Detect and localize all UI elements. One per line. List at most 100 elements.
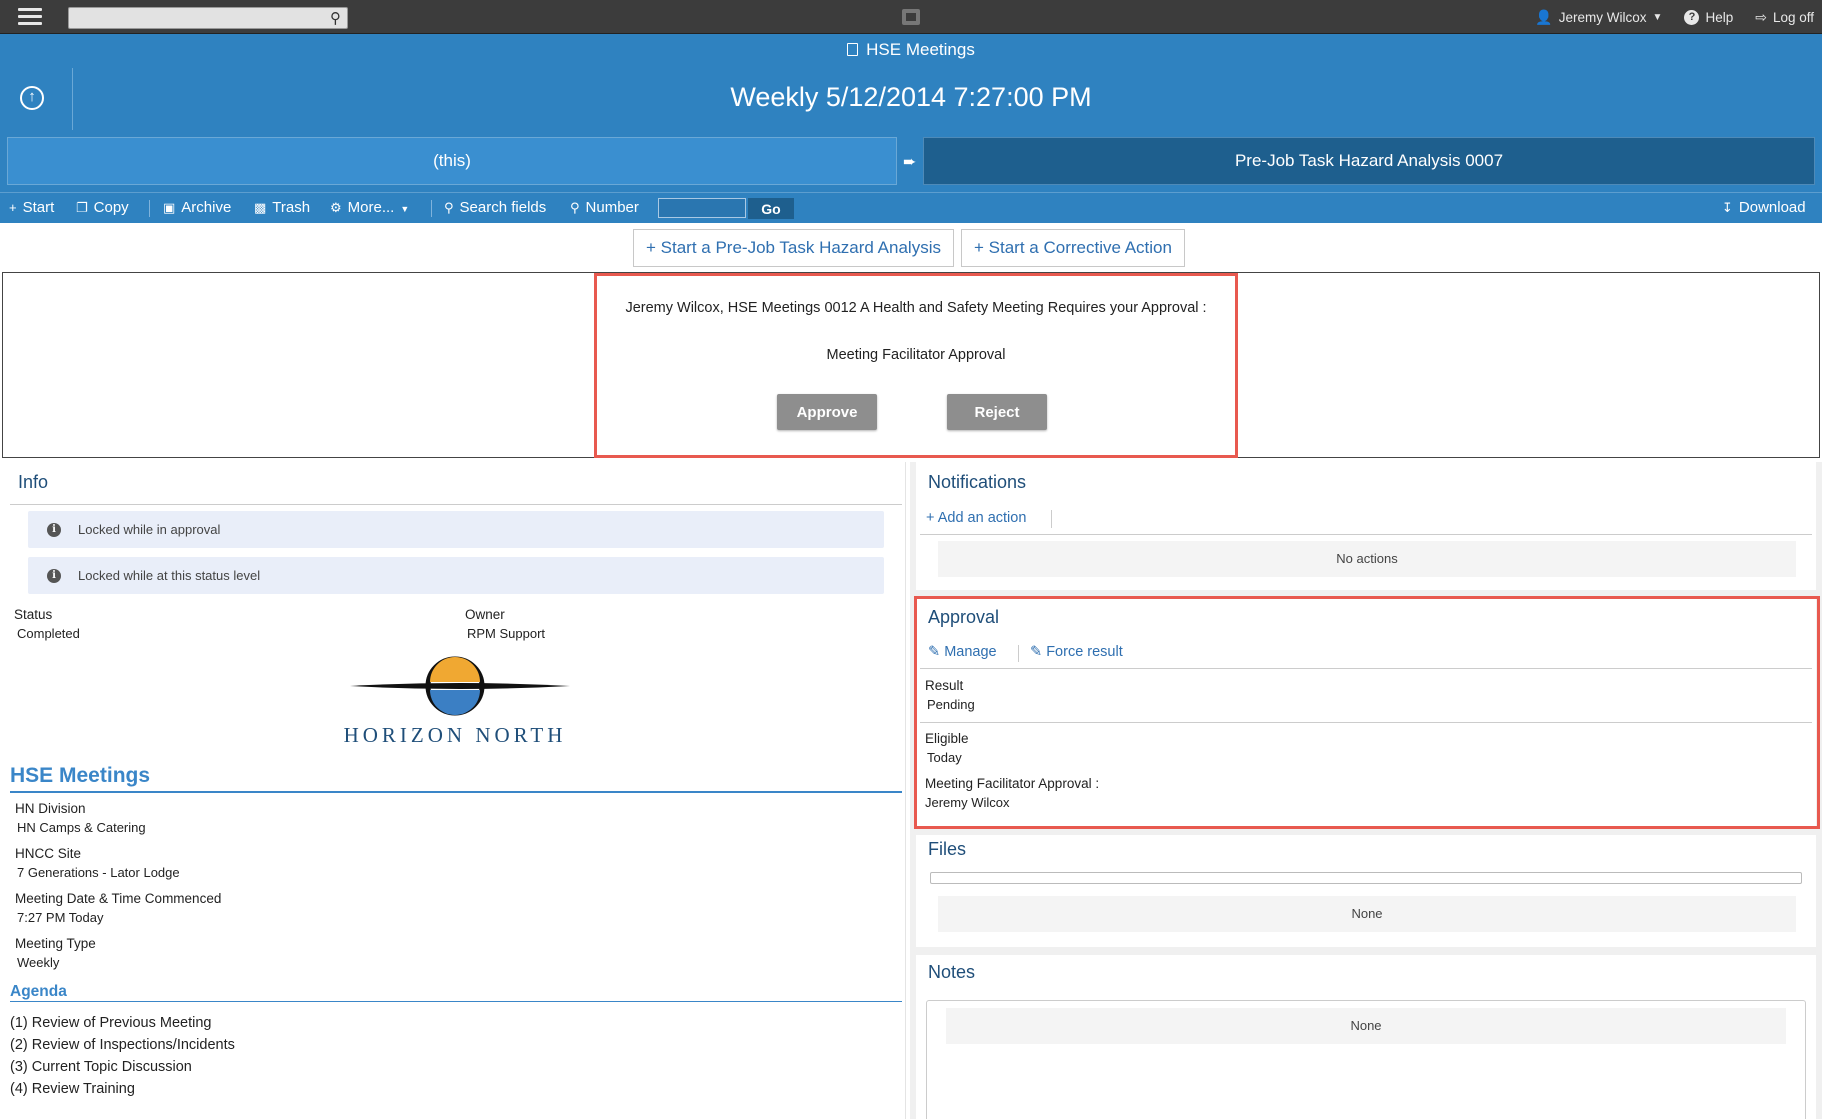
force-result-link[interactable]: ✎ Force result (1030, 644, 1123, 660)
notes-title: Notes (928, 962, 976, 982)
logo-text: HORIZON NORTH (344, 723, 567, 747)
reject-button[interactable]: Reject (947, 394, 1047, 430)
hn-division-value: HN Camps & Catering (17, 820, 146, 835)
number-label: Number (585, 199, 639, 216)
hncc-site-value: 7 Generations - Lator Lodge (17, 865, 180, 880)
trash-label: Trash (272, 199, 311, 216)
agenda-item: (4) Review Training (10, 1081, 135, 1097)
files-title: Files (928, 839, 967, 859)
start-corrective-action-button[interactable]: + Start a Corrective Action (961, 229, 1185, 267)
more-button[interactable]: ⚙ More... ▼ (330, 199, 409, 216)
plus-icon: + (974, 238, 989, 257)
agenda-item: (1) Review of Previous Meeting (10, 1015, 212, 1031)
add-action-link[interactable]: + Add an action (926, 510, 1026, 526)
plus-icon: + (9, 200, 17, 215)
download-icon: ↧ (1722, 200, 1733, 215)
user-dropdown[interactable]: 👤 Jeremy Wilcox ▼ (1535, 9, 1662, 26)
files-empty-box: None (938, 896, 1796, 932)
help-label: Help (1705, 9, 1734, 25)
flow-next-tab[interactable]: Pre-Job Task Hazard Analysis 0007 (923, 137, 1815, 185)
meeting-date-value: 7:27 PM Today (17, 910, 104, 925)
top-bar: ⚲ 👤 Jeremy Wilcox ▼ ? Help ⇨ Log off (0, 0, 1822, 34)
manage-label: Manage (944, 644, 997, 660)
user-menu: 👤 Jeremy Wilcox ▼ ? Help ⇨ Log off (1513, 0, 1814, 34)
chevron-down-icon: ▼ (1652, 11, 1663, 23)
arrow-right-icon: ➨ (903, 154, 917, 171)
window-icon[interactable] (902, 9, 920, 25)
eligible-label: Eligible (925, 731, 969, 746)
search-icon: ⚲ (444, 200, 454, 215)
pencil-icon: ✎ (1030, 644, 1047, 660)
force-result-label: Force result (1046, 644, 1123, 660)
file-upload-bar[interactable] (930, 872, 1802, 884)
breadcrumb-label: HSE Meetings (866, 40, 975, 59)
meeting-type-label: Meeting Type (15, 936, 96, 951)
agenda-divider (10, 1001, 902, 1002)
breadcrumb[interactable]: HSE Meetings (0, 40, 1822, 60)
result-value: Pending (927, 697, 975, 712)
start-label: Start (22, 199, 55, 216)
agenda-title: Agenda (10, 983, 67, 1000)
go-button[interactable]: Go (748, 198, 794, 219)
document-icon (847, 43, 859, 56)
result-label: Result (925, 678, 964, 693)
search-icon[interactable]: ⚲ (330, 9, 341, 27)
plus-icon: + (926, 510, 938, 526)
horizon-north-logo: HORIZON NORTH (344, 656, 570, 747)
search-fields-label: Search fields (459, 199, 547, 216)
approval-message: Jeremy Wilcox, HSE Meetings 0012 A Healt… (625, 300, 1207, 316)
start-hazard-analysis-label: Start a Pre-Job Task Hazard Analysis (660, 238, 941, 257)
link-divider (1051, 510, 1052, 528)
pencil-icon: ✎ (928, 644, 945, 660)
manage-link[interactable]: ✎ Manage (928, 644, 997, 660)
toolbar: + Start ❐ Copy ▣ Archive ▩ Trash ⚙ More... ▼ ⚲… (0, 192, 1822, 223)
approval-divider (920, 722, 1812, 723)
copy-label: Copy (93, 199, 129, 216)
global-search: ⚲ (68, 7, 348, 29)
info-title: Info (18, 472, 49, 492)
notifications-title: Notifications (928, 472, 1027, 492)
notice-text: Locked while at this status level (78, 568, 261, 583)
copy-button[interactable]: ❐ Copy (76, 199, 129, 216)
toolbar-divider (431, 200, 432, 217)
record-header: HSE Meetings ↑ Weekly 5/12/2014 7:27:00 … (0, 34, 1822, 130)
search-fields-button[interactable]: ⚲ Search fields (444, 199, 546, 216)
user-name: Jeremy Wilcox (1558, 9, 1647, 25)
approve-button[interactable]: Approve (777, 394, 877, 430)
help-link[interactable]: ? Help (1684, 9, 1734, 25)
status-label: Status (14, 607, 53, 622)
owner-value: RPM Support (467, 626, 546, 641)
approval-title: Approval (928, 607, 1000, 627)
help-icon: ? (1684, 9, 1700, 25)
status-value: Completed (17, 626, 80, 641)
no-actions-box: No actions (938, 541, 1796, 577)
approval-divider (920, 668, 1812, 669)
link-divider (1018, 645, 1019, 662)
flow-current-tab[interactable]: (this) (7, 137, 897, 185)
number-search-label: ⚲ Number (570, 199, 639, 216)
toolbar-divider (149, 200, 150, 217)
logoff-link[interactable]: ⇨ Log off (1755, 9, 1814, 26)
menu-icon[interactable] (18, 8, 42, 26)
notice-text: Locked while in approval (78, 522, 221, 537)
number-input[interactable] (658, 198, 746, 218)
global-search-input[interactable] (69, 8, 319, 28)
gear-icon: ⚙ (330, 200, 342, 215)
copy-icon: ❐ (76, 200, 88, 215)
logoff-label: Log off (1772, 9, 1814, 25)
start-corrective-action-label: Start a Corrective Action (988, 238, 1172, 257)
archive-button[interactable]: ▣ Archive (163, 199, 231, 216)
start-button[interactable]: + Start (9, 199, 54, 216)
archive-icon: ▣ (163, 200, 176, 215)
facilitator-approval-value: Jeremy Wilcox (925, 795, 1010, 810)
archive-label: Archive (181, 199, 232, 216)
approval-step: Meeting Facilitator Approval (826, 347, 1006, 363)
download-button[interactable]: ↧ Download (1722, 199, 1806, 216)
chevron-down-icon: ▼ (400, 204, 410, 214)
trash-button[interactable]: ▩ Trash (254, 199, 310, 216)
agenda-item: (2) Review of Inspections/Incidents (10, 1037, 235, 1053)
start-hazard-analysis-button[interactable]: + Start a Pre-Job Task Hazard Analysis (633, 229, 954, 267)
facilitator-approval-label: Meeting Facilitator Approval : (925, 776, 1100, 791)
search-icon: ⚲ (570, 200, 580, 215)
info-divider (10, 504, 902, 505)
